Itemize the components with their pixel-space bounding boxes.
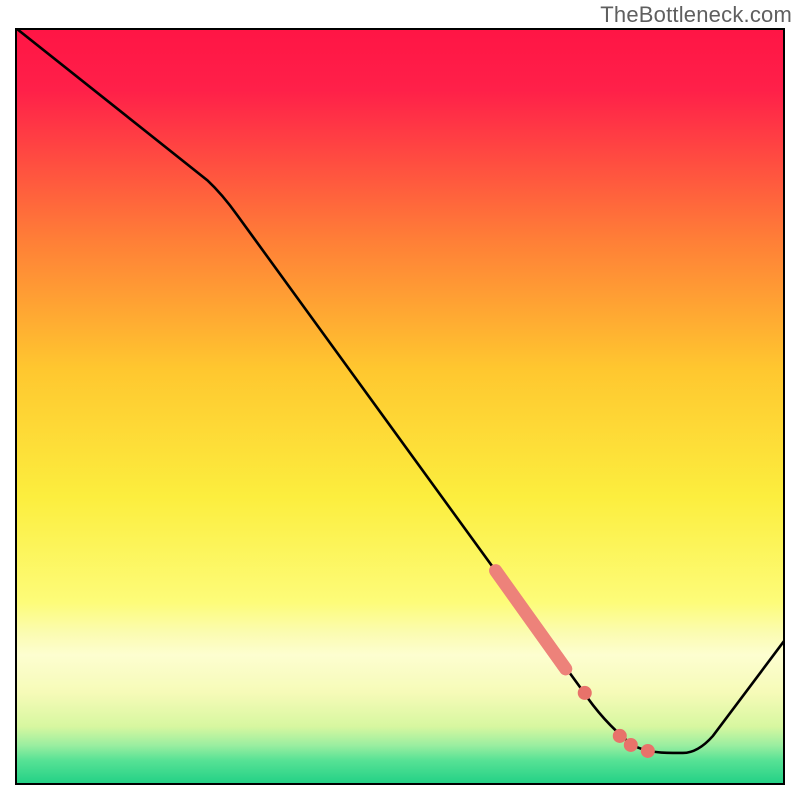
watermark-text: TheBottleneck.com xyxy=(600,2,792,28)
bottleneck-curve xyxy=(17,30,783,783)
plot-area xyxy=(15,28,785,785)
highlight-dot xyxy=(624,738,638,752)
highlight-dot xyxy=(641,744,655,758)
highlight-dot xyxy=(613,729,627,743)
highlight-dot xyxy=(578,686,592,700)
chart-root: TheBottleneck.com xyxy=(0,0,800,800)
curve-path xyxy=(17,30,783,753)
highlight-segment-texture xyxy=(496,571,566,669)
